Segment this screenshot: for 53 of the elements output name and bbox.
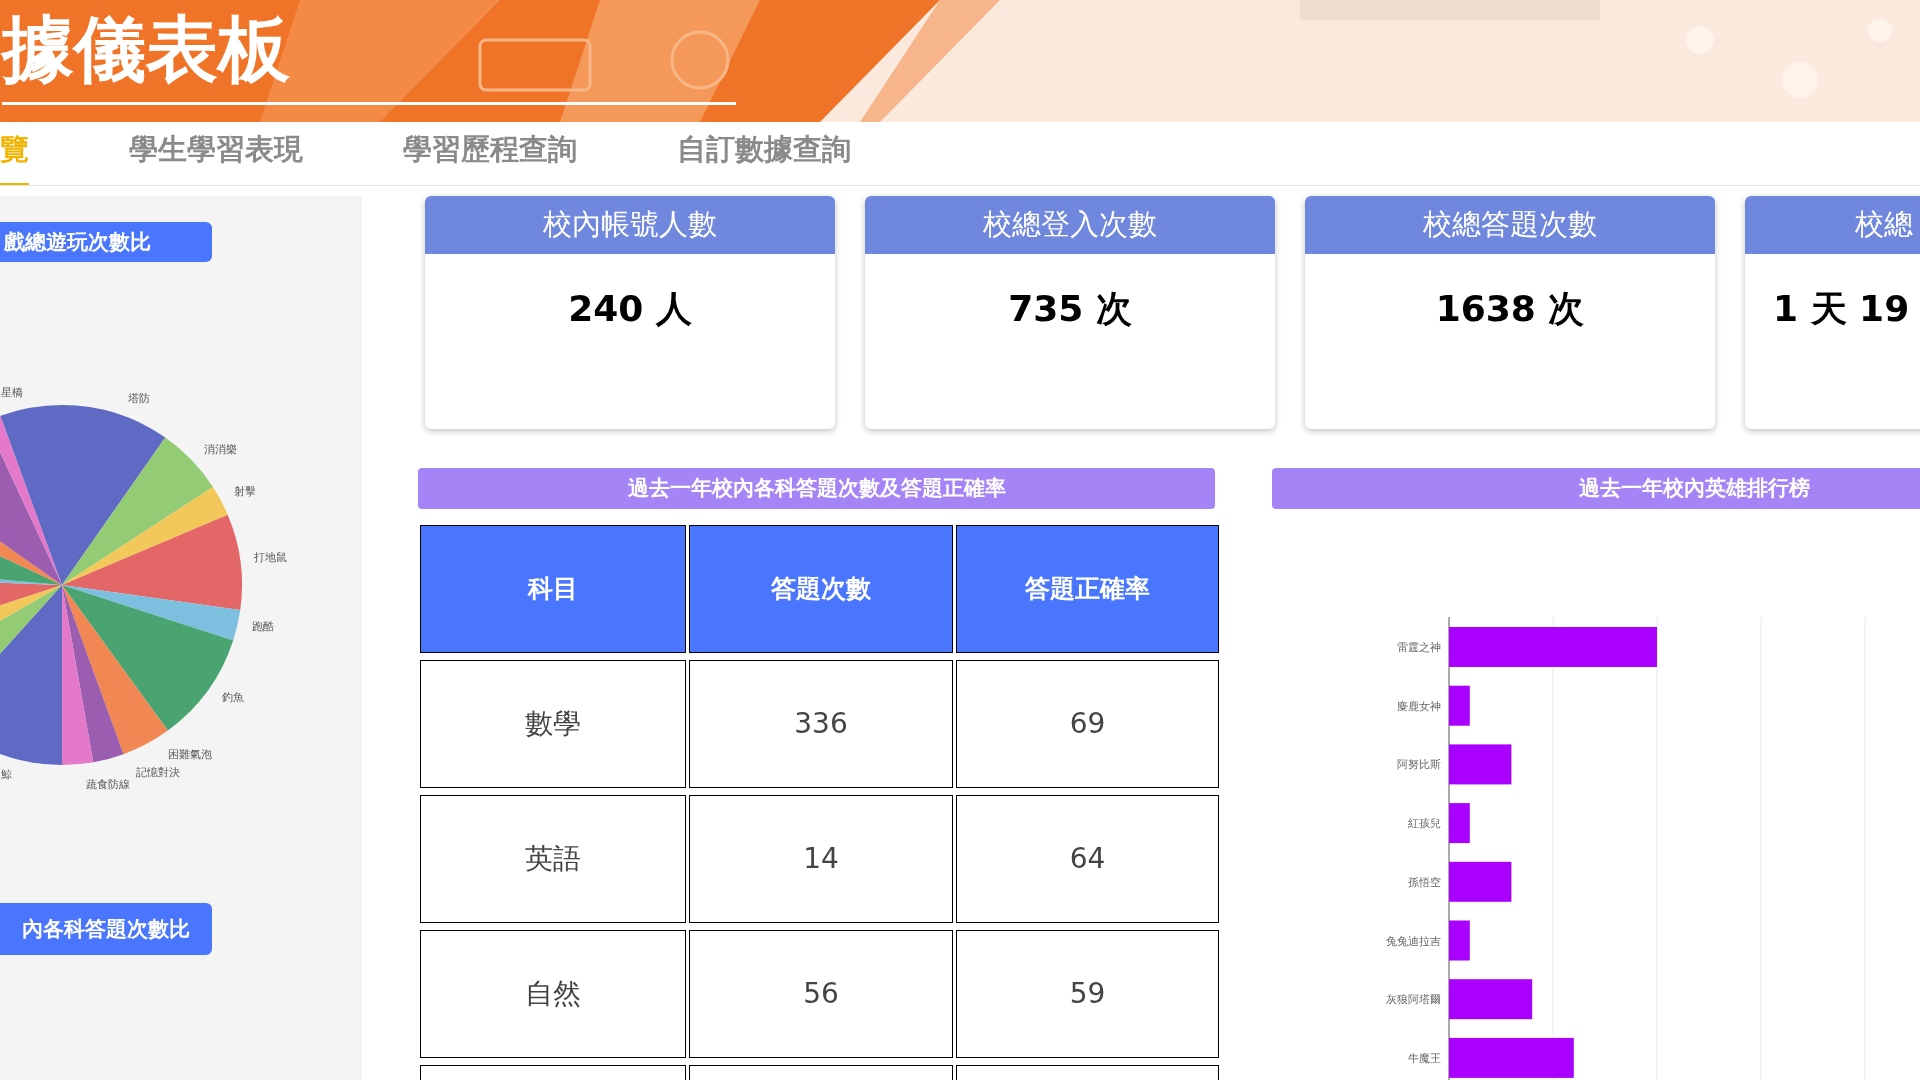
nav-tab[interactable]: 覽 [0, 127, 29, 185]
section-title: 過去一年校內各科答題次數及答題正確率 [418, 468, 1215, 509]
column-header: 答題正確率 [956, 525, 1219, 653]
ranking-bar [1449, 861, 1512, 902]
section-title: 戲總遊玩次數比 [0, 222, 212, 262]
dashboard-title: 據儀表板 [2, 6, 290, 93]
hero-name: 灰狼阿塔爾 [1386, 993, 1441, 1007]
hero-name: 麋鹿女神 [1397, 699, 1441, 713]
nav-tab[interactable]: 學習歷程查詢 [403, 127, 577, 185]
table-cell: 59 [956, 930, 1219, 1058]
table-cell: 336 [689, 660, 953, 788]
card-value: 240 人 [568, 287, 692, 331]
card-title: 校總答題次數 [1423, 206, 1597, 244]
nav-tab[interactable]: 學生學習表現 [129, 127, 303, 185]
hero-name: 阿努比斯 [1397, 758, 1441, 772]
table-cell: 自然 [420, 930, 686, 1058]
section-title: 過去一年校內英雄排行榜 [1272, 468, 1920, 509]
ranking-bar [1449, 685, 1470, 726]
hero-name: 雷霆之神 [1397, 641, 1441, 654]
section-title: 內各科答題次數比 [0, 903, 212, 955]
hero-name: 兔兔迪拉吉 [1386, 934, 1441, 948]
hero-name: 孫悟空 [1408, 875, 1441, 889]
pie-label: 跑酷 [252, 620, 274, 633]
pie-label: 打地鼠 [254, 551, 287, 564]
pie-label: 鯨 [1, 768, 12, 781]
pie-label: 蔬食防線 [86, 778, 130, 791]
card-title: 校總 [1855, 206, 1913, 244]
card-value: 1 天 19 [1773, 287, 1910, 331]
ranking-bar [1449, 744, 1512, 785]
ranking-bar [1449, 920, 1470, 961]
table-cell: 64 [956, 795, 1219, 923]
hero-name: 牛魔王 [1408, 1051, 1441, 1065]
pie-label: 消消樂 [204, 443, 237, 456]
ranking-bar [1449, 803, 1470, 844]
card-title: 校內帳號人數 [543, 206, 717, 244]
table-cell: 英語 [420, 795, 686, 923]
pie-label: 困難氣泡 [168, 748, 212, 761]
card-value: 735 次 [1008, 287, 1132, 331]
column-header: 答題次數 [689, 525, 953, 653]
pie-label: 釣魚 [222, 691, 244, 704]
hero-name: 紅孩兒 [1408, 817, 1441, 831]
card-value: 1638 次 [1435, 287, 1585, 331]
table-cell: 14 [689, 795, 953, 923]
column-header: 科目 [420, 525, 686, 653]
pie-label: 射擊 [234, 485, 256, 498]
table-cell: 數學 [420, 660, 686, 788]
nav-tab[interactable]: 自訂數據查詢 [677, 127, 851, 185]
pie-label: 記憶對決 [136, 766, 180, 779]
pie-label: 星橋 [1, 386, 23, 399]
pie-label: 塔防 [128, 392, 150, 405]
table-cell: 56 [689, 930, 953, 1058]
table-cell: 69 [956, 660, 1219, 788]
card-title: 校總登入次數 [983, 206, 1157, 244]
